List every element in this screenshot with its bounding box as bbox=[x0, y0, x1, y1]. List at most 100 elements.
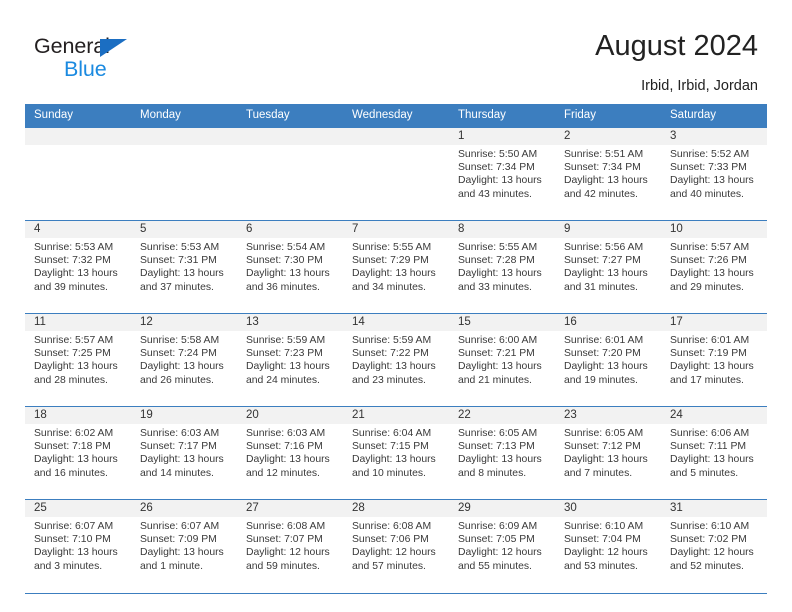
calendar-day-cell[interactable]: 18 Sunrise: 6:02 AM Sunset: 7:18 PM Dayligh… bbox=[25, 406, 131, 500]
sunset-time: Sunset: 7:10 PM bbox=[34, 534, 111, 546]
day-number: 19 bbox=[131, 407, 237, 424]
day-number: 30 bbox=[555, 500, 661, 517]
daylight-duration-line2: and 24 minutes. bbox=[246, 374, 320, 386]
daylight-duration-line2: and 52 minutes. bbox=[670, 560, 744, 572]
calendar-day-cell[interactable]: 19 Sunrise: 6:03 AM Sunset: 7:17 PM Dayligh… bbox=[131, 406, 237, 500]
calendar-day-cell[interactable]: 31 Sunrise: 6:10 AM Sunset: 7:02 PM Dayligh… bbox=[661, 499, 767, 593]
calendar-week-row: 1 Sunrise: 5:50 AM Sunset: 7:34 PM Daylight… bbox=[25, 127, 767, 221]
calendar-day-cell[interactable]: 17 Sunrise: 6:01 AM Sunset: 7:19 PM Dayligh… bbox=[661, 313, 767, 407]
weekday-header-friday: Friday bbox=[555, 104, 661, 128]
calendar-day-cell[interactable]: 22 Sunrise: 6:05 AM Sunset: 7:13 PM Dayligh… bbox=[449, 406, 555, 500]
calendar-day-cell[interactable]: 15 Sunrise: 6:00 AM Sunset: 7:21 PM Dayligh… bbox=[449, 313, 555, 407]
day-details: Sunrise: 6:07 AM Sunset: 7:09 PM Daylight:… bbox=[131, 517, 237, 573]
day-number: 11 bbox=[25, 314, 131, 331]
calendar-day-cell-empty bbox=[131, 127, 237, 221]
sunset-time: Sunset: 7:34 PM bbox=[458, 162, 535, 174]
sunrise-time: Sunrise: 5:59 AM bbox=[352, 335, 432, 346]
weekday-header-row: Sunday Monday Tuesday Wednesday Thursday… bbox=[25, 104, 767, 128]
calendar-day-cell[interactable]: 10 Sunrise: 5:57 AM Sunset: 7:26 PM Dayligh… bbox=[661, 220, 767, 314]
sunrise-time: Sunrise: 6:07 AM bbox=[34, 521, 114, 532]
calendar-day-cell[interactable]: 28 Sunrise: 6:08 AM Sunset: 7:06 PM Dayligh… bbox=[343, 499, 449, 593]
calendar-day-cell[interactable]: 20 Sunrise: 6:03 AM Sunset: 7:16 PM Dayligh… bbox=[237, 406, 343, 500]
daylight-duration-line1: Daylight: 13 hours bbox=[670, 175, 754, 187]
triangle-icon bbox=[100, 39, 127, 57]
calendar-day-cell[interactable]: 21 Sunrise: 6:04 AM Sunset: 7:15 PM Dayligh… bbox=[343, 406, 449, 500]
day-details: Sunrise: 5:55 AM Sunset: 7:28 PM Daylight:… bbox=[449, 238, 555, 294]
day-details: Sunrise: 5:50 AM Sunset: 7:34 PM Daylight:… bbox=[449, 145, 555, 201]
calendar-day-cell[interactable]: 27 Sunrise: 6:08 AM Sunset: 7:07 PM Dayligh… bbox=[237, 499, 343, 593]
calendar-day-cell[interactable]: 24 Sunrise: 6:06 AM Sunset: 7:11 PM Dayligh… bbox=[661, 406, 767, 500]
daylight-duration-line2: and 8 minutes. bbox=[458, 467, 527, 479]
calendar-day-cell[interactable]: 4 Sunrise: 5:53 AM Sunset: 7:32 PM Daylight… bbox=[25, 220, 131, 314]
calendar-day-cell[interactable]: 2 Sunrise: 5:51 AM Sunset: 7:34 PM Daylight… bbox=[555, 127, 661, 221]
sunset-time: Sunset: 7:32 PM bbox=[34, 255, 111, 267]
sunset-time: Sunset: 7:19 PM bbox=[670, 348, 747, 360]
sunrise-time: Sunrise: 6:07 AM bbox=[140, 521, 220, 532]
calendar-day-cell[interactable]: 11 Sunrise: 5:57 AM Sunset: 7:25 PM Dayligh… bbox=[25, 313, 131, 407]
daylight-duration-line1: Daylight: 13 hours bbox=[458, 361, 542, 373]
sunset-time: Sunset: 7:04 PM bbox=[564, 534, 641, 546]
day-details: Sunrise: 6:04 AM Sunset: 7:15 PM Daylight:… bbox=[343, 424, 449, 480]
calendar-day-cell-empty bbox=[237, 127, 343, 221]
daylight-duration-line1: Daylight: 13 hours bbox=[246, 361, 330, 373]
sunset-time: Sunset: 7:07 PM bbox=[246, 534, 323, 546]
day-number: 2 bbox=[555, 128, 661, 145]
calendar-day-cell[interactable]: 30 Sunrise: 6:10 AM Sunset: 7:04 PM Dayligh… bbox=[555, 499, 661, 593]
general-blue-logo[interactable]: General Blue bbox=[34, 35, 127, 80]
sunrise-time: Sunrise: 6:09 AM bbox=[458, 521, 538, 532]
logo-wordmark-general: General bbox=[34, 35, 127, 58]
calendar-day-cell[interactable]: 9 Sunrise: 5:56 AM Sunset: 7:27 PM Daylight… bbox=[555, 220, 661, 314]
calendar-day-cell[interactable]: 7 Sunrise: 5:55 AM Sunset: 7:29 PM Daylight… bbox=[343, 220, 449, 314]
day-number: 22 bbox=[449, 407, 555, 424]
sunset-time: Sunset: 7:30 PM bbox=[246, 255, 323, 267]
sunrise-time: Sunrise: 6:06 AM bbox=[670, 428, 750, 439]
calendar-day-cell[interactable]: 12 Sunrise: 5:58 AM Sunset: 7:24 PM Dayligh… bbox=[131, 313, 237, 407]
calendar-day-cell[interactable]: 3 Sunrise: 5:52 AM Sunset: 7:33 PM Daylight… bbox=[661, 127, 767, 221]
sunrise-time: Sunrise: 6:05 AM bbox=[564, 428, 644, 439]
day-details: Sunrise: 6:10 AM Sunset: 7:02 PM Daylight:… bbox=[661, 517, 767, 573]
calendar-day-cell[interactable]: 23 Sunrise: 6:05 AM Sunset: 7:12 PM Dayligh… bbox=[555, 406, 661, 500]
sunrise-time: Sunrise: 5:57 AM bbox=[34, 335, 114, 346]
calendar-day-cell[interactable]: 5 Sunrise: 5:53 AM Sunset: 7:31 PM Daylight… bbox=[131, 220, 237, 314]
calendar-day-cell[interactable]: 8 Sunrise: 5:55 AM Sunset: 7:28 PM Daylight… bbox=[449, 220, 555, 314]
day-details: Sunrise: 5:54 AM Sunset: 7:30 PM Daylight:… bbox=[237, 238, 343, 294]
calendar-page: General Blue August 2024 Irbid, Irbid, J… bbox=[0, 0, 792, 612]
calendar-day-cell[interactable]: 14 Sunrise: 5:59 AM Sunset: 7:22 PM Dayligh… bbox=[343, 313, 449, 407]
daylight-duration-line2: and 29 minutes. bbox=[670, 281, 744, 293]
sunrise-time: Sunrise: 5:51 AM bbox=[564, 149, 644, 160]
day-number: 28 bbox=[343, 500, 449, 517]
page-title: August 2024 bbox=[595, 30, 758, 62]
daylight-duration-line1: Daylight: 13 hours bbox=[34, 361, 118, 373]
daylight-duration-line2: and 34 minutes. bbox=[352, 281, 426, 293]
daylight-duration-line1: Daylight: 13 hours bbox=[564, 268, 648, 280]
sunset-time: Sunset: 7:06 PM bbox=[352, 534, 429, 546]
daylight-duration-line1: Daylight: 13 hours bbox=[564, 454, 648, 466]
day-details: Sunrise: 5:56 AM Sunset: 7:27 PM Daylight:… bbox=[555, 238, 661, 294]
day-number: 6 bbox=[237, 221, 343, 238]
daylight-duration-line2: and 19 minutes. bbox=[564, 374, 638, 386]
day-number: 24 bbox=[661, 407, 767, 424]
calendar-day-cell[interactable]: 29 Sunrise: 6:09 AM Sunset: 7:05 PM Dayligh… bbox=[449, 499, 555, 593]
sunset-time: Sunset: 7:22 PM bbox=[352, 348, 429, 360]
day-details: Sunrise: 5:52 AM Sunset: 7:33 PM Daylight:… bbox=[661, 145, 767, 201]
calendar-day-cell[interactable]: 25 Sunrise: 6:07 AM Sunset: 7:10 PM Dayligh… bbox=[25, 499, 131, 593]
daylight-duration-line1: Daylight: 13 hours bbox=[34, 547, 118, 559]
sunrise-time: Sunrise: 6:01 AM bbox=[670, 335, 750, 346]
day-number: 4 bbox=[25, 221, 131, 238]
calendar-day-cell[interactable]: 1 Sunrise: 5:50 AM Sunset: 7:34 PM Daylight… bbox=[449, 127, 555, 221]
day-number: 13 bbox=[237, 314, 343, 331]
sunrise-time: Sunrise: 5:50 AM bbox=[458, 149, 538, 160]
daylight-duration-line2: and 3 minutes. bbox=[34, 560, 103, 572]
calendar-day-cell[interactable]: 26 Sunrise: 6:07 AM Sunset: 7:09 PM Dayligh… bbox=[131, 499, 237, 593]
weekday-header-tuesday: Tuesday bbox=[237, 104, 343, 128]
sunset-time: Sunset: 7:16 PM bbox=[246, 441, 323, 453]
day-details: Sunrise: 5:51 AM Sunset: 7:34 PM Daylight:… bbox=[555, 145, 661, 201]
daylight-duration-line2: and 17 minutes. bbox=[670, 374, 744, 386]
calendar-week-row: 11 Sunrise: 5:57 AM Sunset: 7:25 PM Dayligh… bbox=[25, 313, 767, 407]
calendar-day-cell[interactable]: 16 Sunrise: 6:01 AM Sunset: 7:20 PM Dayligh… bbox=[555, 313, 661, 407]
calendar-day-cell[interactable]: 13 Sunrise: 5:59 AM Sunset: 7:23 PM Dayligh… bbox=[237, 313, 343, 407]
calendar-day-cell[interactable]: 6 Sunrise: 5:54 AM Sunset: 7:30 PM Daylight… bbox=[237, 220, 343, 314]
daylight-duration-line2: and 10 minutes. bbox=[352, 467, 426, 479]
daylight-duration-line1: Daylight: 13 hours bbox=[564, 361, 648, 373]
sunset-time: Sunset: 7:20 PM bbox=[564, 348, 641, 360]
